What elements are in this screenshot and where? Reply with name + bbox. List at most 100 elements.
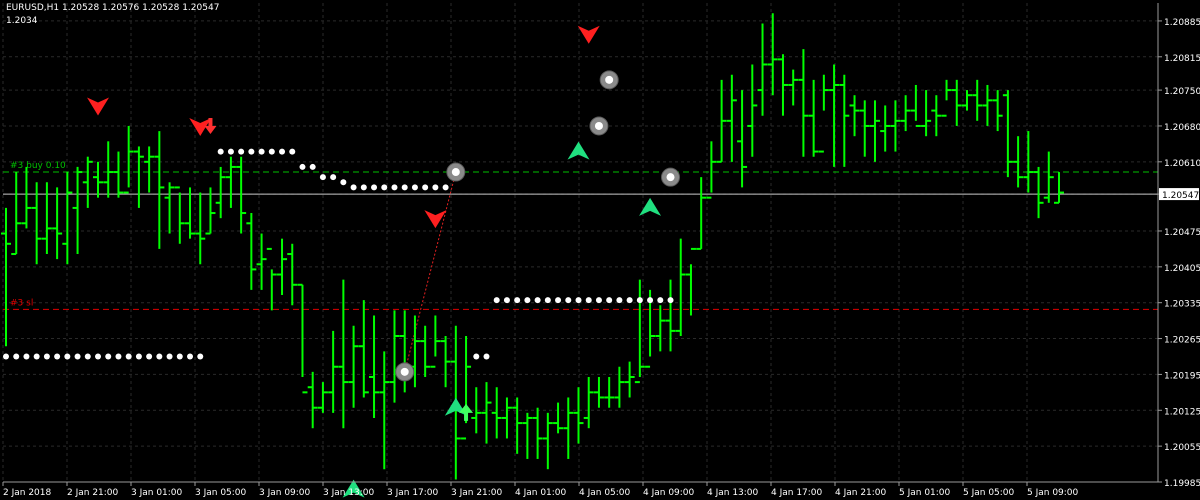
- sar-dot: [657, 297, 664, 304]
- sar-dot: [636, 297, 643, 304]
- sar-dot: [238, 148, 245, 155]
- sar-dot: [360, 184, 367, 191]
- sar-dot: [319, 174, 326, 181]
- price-tick-label: 1.20335: [1164, 300, 1200, 310]
- sar-dot: [483, 353, 490, 360]
- sell-arrow-icon: [87, 97, 110, 116]
- sar-dot: [166, 353, 173, 360]
- sar-dot: [268, 148, 275, 155]
- sell-arrow-icon: [577, 25, 600, 44]
- price-tick-label: 1.20195: [1164, 371, 1200, 381]
- sar-dot: [279, 148, 286, 155]
- sar-dot: [555, 297, 562, 304]
- trade-mark-inner: [605, 75, 614, 84]
- sar-dot: [667, 297, 674, 304]
- sar-dot: [299, 163, 306, 170]
- sar-dot: [23, 353, 30, 360]
- sar-dot: [381, 184, 388, 191]
- sar-dot: [217, 148, 224, 155]
- sar-dot: [473, 353, 480, 360]
- price-tick-label: 1.20125: [1164, 407, 1200, 417]
- time-axis: 2 Jan 2018 2 Jan 21:00 3 Jan 01:00 3 Jan 05…: [2, 481, 1158, 498]
- grid: [2, 3, 1158, 483]
- current-price-label: 1.20547: [1162, 191, 1199, 201]
- sar-dot: [401, 184, 408, 191]
- sar-dot: [524, 297, 531, 304]
- trade-link: [404, 171, 457, 372]
- time-tick-label: 4 Jan 09:00: [643, 488, 695, 498]
- trade-mark-inner: [451, 168, 460, 177]
- time-tick-label: 4 Jan 21:00: [835, 488, 887, 498]
- sell-arrow-icon: [424, 210, 447, 229]
- sar-dot: [43, 353, 50, 360]
- indicator-value: 1.2034: [6, 16, 38, 26]
- chart-window[interactable]: #3 buy 0.10 #3 sl 1.20885 1.20815 1.20750 1.2…: [0, 0, 1200, 500]
- price-tick-label: 1.20055: [1164, 443, 1200, 453]
- buy-arrow-icon: [567, 141, 590, 160]
- sar-dot: [84, 353, 91, 360]
- sar-dot: [350, 184, 357, 191]
- sar-dot: [565, 297, 572, 304]
- ohlc-bars: [1, 13, 1064, 480]
- sar-dot: [125, 353, 132, 360]
- trade-mark-inner: [594, 121, 603, 130]
- sar-dot: [105, 353, 112, 360]
- sar-dot: [411, 184, 418, 191]
- sar-dot: [33, 353, 40, 360]
- sar-dot: [432, 184, 439, 191]
- time-tick-label: 3 Jan 01:00: [131, 488, 183, 498]
- sar-dot: [534, 297, 541, 304]
- sar-dot: [391, 184, 398, 191]
- time-tick-label: 5 Jan 09:00: [1027, 488, 1079, 498]
- sar-dot: [544, 297, 551, 304]
- price-tick-label: 1.20815: [1164, 54, 1200, 64]
- time-tick-label: 2 Jan 21:00: [67, 488, 119, 498]
- sar-dot: [422, 184, 429, 191]
- trade-mark-inner: [666, 173, 675, 182]
- time-tick-label: 5 Jan 05:00: [963, 488, 1015, 498]
- sar-dot: [606, 297, 613, 304]
- level-label: #3 buy 0.10: [10, 161, 66, 171]
- price-tick-label: 1.20610: [1164, 159, 1200, 169]
- time-tick-label: 5 Jan 01:00: [899, 488, 951, 498]
- price-tick-label: 1.20680: [1164, 123, 1200, 133]
- sar-dot: [54, 353, 61, 360]
- sar-dot: [95, 353, 102, 360]
- psar-dots: [3, 148, 674, 360]
- time-tick-label: 3 Jan 05:00: [195, 488, 247, 498]
- price-tick-label: 1.20405: [1164, 264, 1200, 274]
- sar-dot: [442, 184, 449, 191]
- sar-dot: [176, 353, 183, 360]
- buy-arrow-icon: [639, 197, 662, 216]
- price-tick-label: 1.20265: [1164, 336, 1200, 346]
- time-tick-label: 4 Jan 13:00: [707, 488, 759, 498]
- time-tick-label: 4 Jan 01:00: [515, 488, 567, 498]
- sar-dot: [13, 353, 20, 360]
- sar-dot: [146, 353, 153, 360]
- sar-dot: [626, 297, 633, 304]
- sar-dot: [309, 163, 316, 170]
- symbol-info: EURUSD,H1 1.20528 1.20576 1.20528 1.2054…: [6, 3, 220, 13]
- sar-dot: [340, 179, 347, 186]
- price-tick-label: 1.20885: [1164, 18, 1200, 28]
- price-chart[interactable]: #3 buy 0.10 #3 sl 1.20885 1.20815 1.20750 1.2…: [0, 0, 1200, 500]
- sar-dot: [156, 353, 163, 360]
- level-label: #3 sl: [10, 298, 33, 308]
- sar-dot: [115, 353, 122, 360]
- time-tick-label: 2 Jan 2018: [3, 488, 51, 498]
- sar-dot: [514, 297, 521, 304]
- sar-dot: [258, 148, 265, 155]
- sar-dot: [616, 297, 623, 304]
- sar-dot: [135, 353, 142, 360]
- price-tick-label: 1.20750: [1164, 87, 1200, 97]
- trade-mark-inner: [400, 367, 409, 376]
- up-arrow-icon: [459, 403, 474, 421]
- time-tick-label: 4 Jan 17:00: [771, 488, 823, 498]
- sar-dot: [289, 148, 296, 155]
- sar-dot: [248, 148, 255, 155]
- sar-dot: [330, 174, 337, 181]
- sar-dot: [227, 148, 234, 155]
- time-tick-label: 3 Jan 13:00: [323, 488, 375, 498]
- price-tick-label: 1.20475: [1164, 228, 1200, 238]
- time-tick-label: 4 Jan 05:00: [579, 488, 631, 498]
